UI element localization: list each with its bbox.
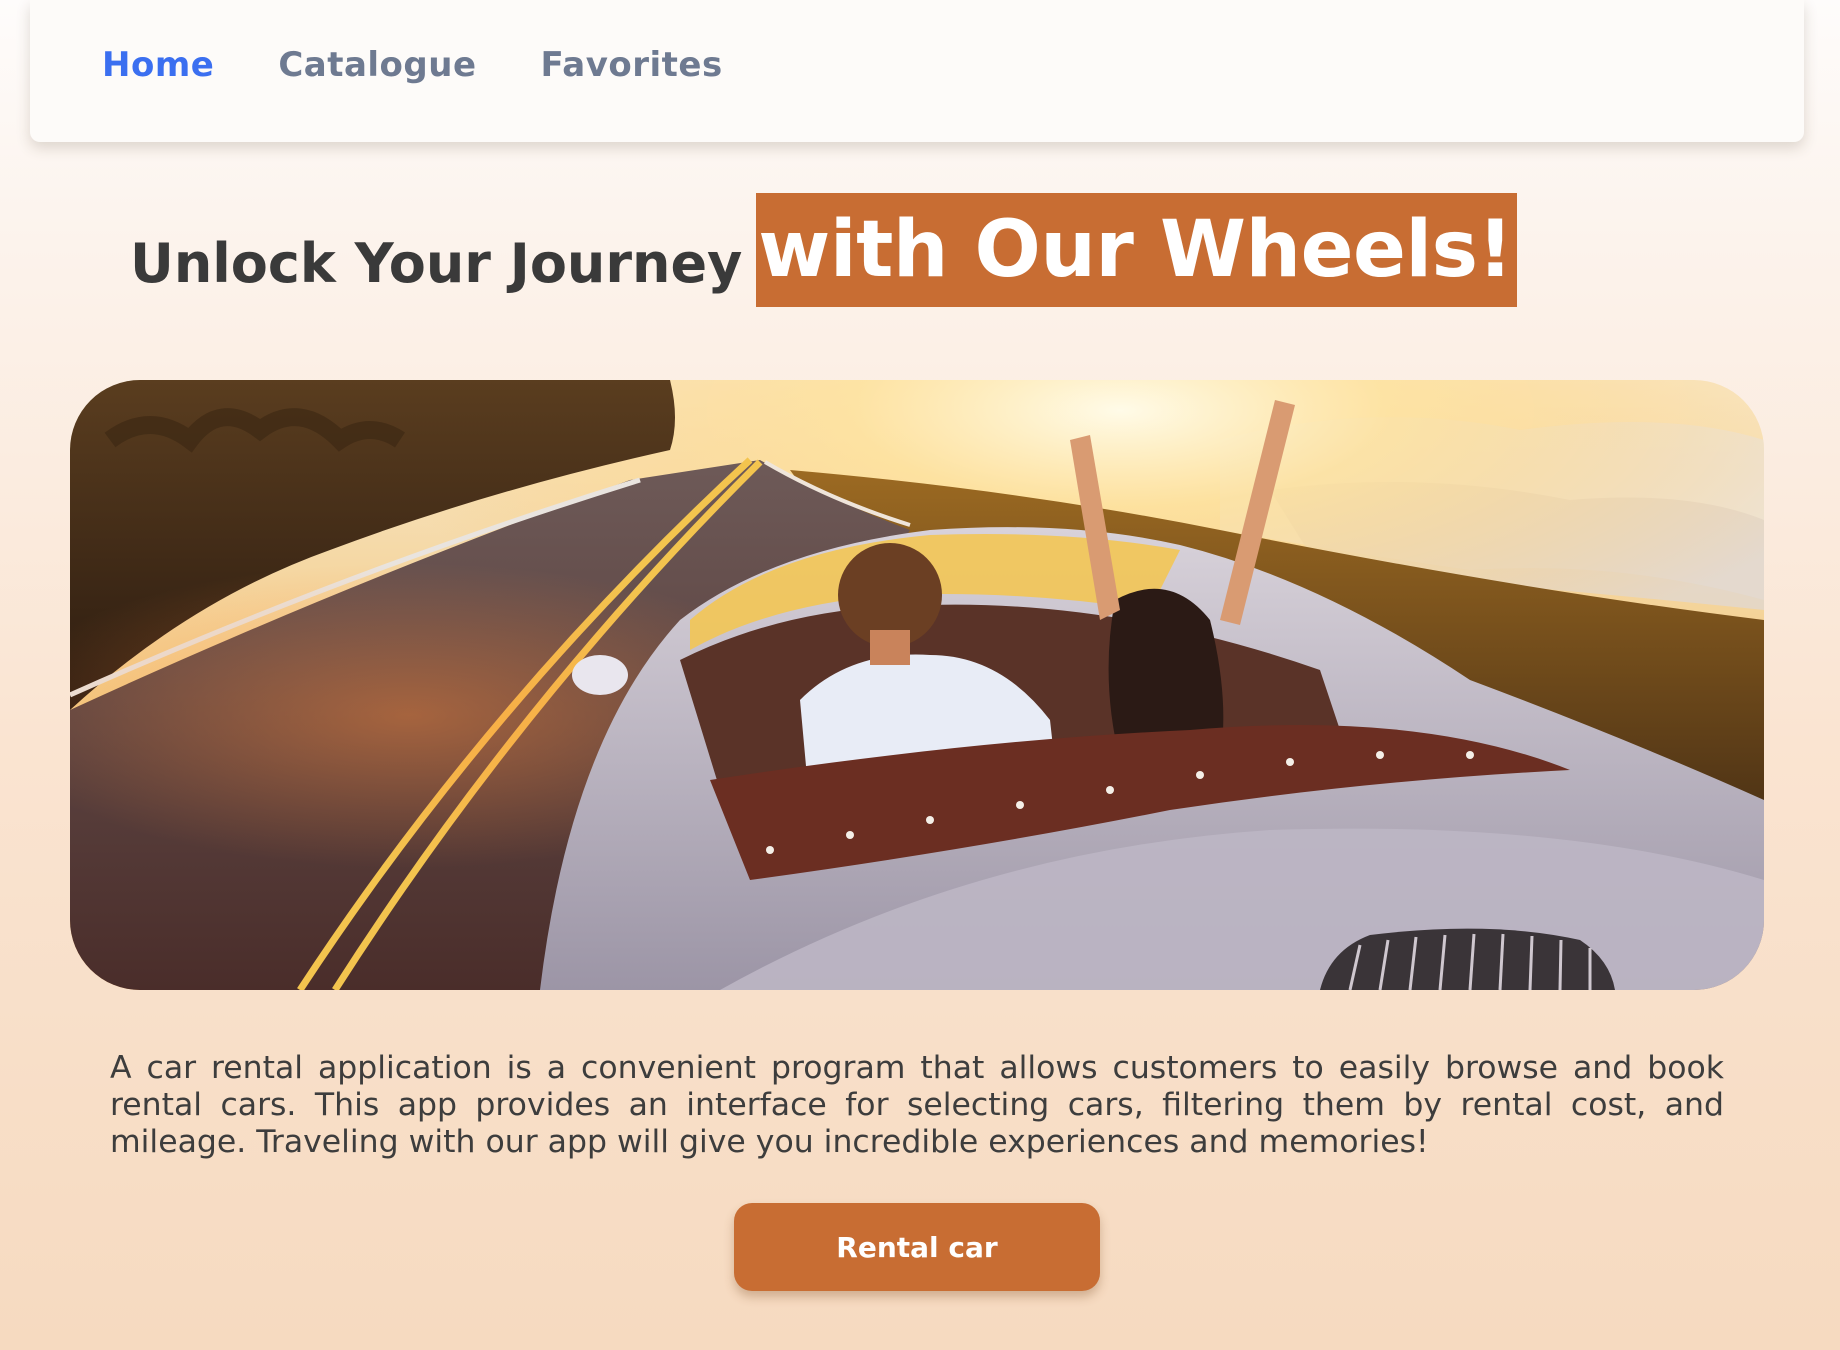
nav-catalogue-link[interactable]: Catalogue [278,45,476,85]
nav-favorites-link[interactable]: Favorites [541,45,723,85]
hero-description: A car rental application is a convenient… [110,1050,1724,1160]
hero-headline: Unlock Your Journey with Our Wheels! [130,193,1517,307]
convertible-road-trip-illustration [70,380,1764,990]
nav-home-link[interactable]: Home [102,45,214,85]
top-navigation: Home Catalogue Favorites [30,0,1804,142]
hero-image [70,380,1764,990]
headline-lead-text: Unlock Your Journey [130,232,743,295]
rental-car-button[interactable]: Rental car [734,1203,1100,1291]
headline-accent-text: with Our Wheels! [756,193,1517,307]
